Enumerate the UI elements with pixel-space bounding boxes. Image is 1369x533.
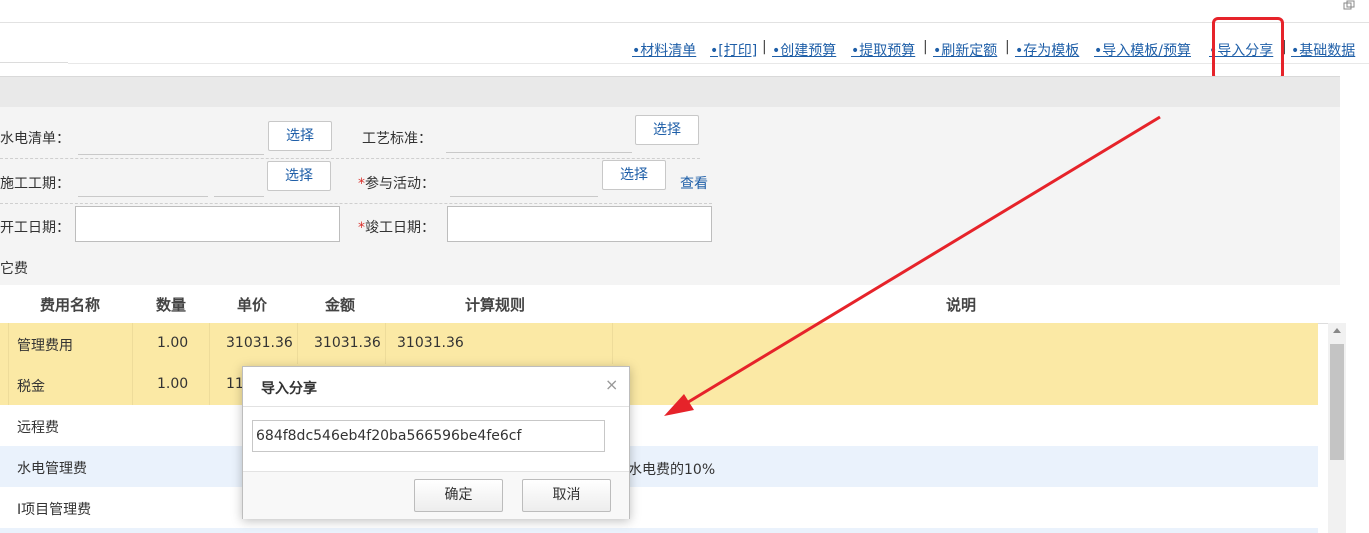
construction-period-field[interactable] bbox=[78, 196, 208, 197]
confirm-button[interactable]: 确定 bbox=[414, 479, 503, 512]
cell-fee-name: 管理费用 bbox=[17, 338, 73, 354]
form-row-divider bbox=[0, 203, 712, 204]
column-divider bbox=[132, 323, 133, 364]
table-row[interactable]: 管理费用 1.00 31031.36 31031.36 31031.36 bbox=[0, 323, 1318, 365]
plumbing-list-field[interactable] bbox=[78, 154, 264, 155]
link-import-template-budget[interactable]: •导入模板/预算 bbox=[1094, 40, 1191, 60]
column-divider bbox=[612, 323, 613, 364]
link-basic-data[interactable]: •基础数据 bbox=[1291, 40, 1355, 60]
header-calc-rule: 计算规则 bbox=[465, 296, 526, 314]
construction-period-select-button[interactable]: 选择 bbox=[267, 161, 331, 191]
cell-calc-rule: 31031.36 bbox=[397, 335, 464, 351]
process-standard-select-button[interactable]: 选择 bbox=[635, 115, 699, 145]
scrollbar-thumb[interactable] bbox=[1330, 344, 1344, 460]
header-description: 说明 bbox=[946, 296, 977, 314]
toolbar-divider bbox=[0, 62, 68, 63]
table-row[interactable]: I项目管理费 bbox=[0, 487, 1318, 528]
form-row-divider bbox=[0, 158, 700, 159]
cell-fee-name: 水电管理费 bbox=[17, 461, 87, 477]
header-quantity: 数量 bbox=[156, 296, 187, 314]
column-divider bbox=[8, 323, 9, 364]
toolbar-separator: | bbox=[1005, 39, 1010, 55]
process-standard-label: 工艺标准： bbox=[362, 131, 432, 147]
activity-field[interactable] bbox=[450, 196, 598, 197]
table-row[interactable]: 税金 1.00 11 bbox=[0, 364, 1318, 406]
column-divider bbox=[209, 323, 210, 364]
completion-date-label-text: 竣工日期： bbox=[365, 220, 435, 236]
cell-fee-name: 远程费 bbox=[17, 420, 59, 436]
cell-description: 水电费的10% bbox=[628, 462, 716, 478]
cell-fee-name: I项目管理费 bbox=[17, 502, 92, 518]
close-icon[interactable]: × bbox=[605, 375, 618, 394]
plumbing-list-label: 水电清单： bbox=[0, 131, 70, 147]
other-fees-label: 它费 bbox=[0, 261, 28, 277]
dialog-header: 导入分享 × bbox=[243, 367, 629, 407]
link-create-budget[interactable]: •创建预算 bbox=[772, 40, 836, 60]
header-unit-price: 单价 bbox=[237, 296, 268, 314]
column-divider bbox=[209, 364, 210, 405]
completion-date-label: *竣工日期： bbox=[358, 217, 435, 237]
completion-date-input[interactable] bbox=[447, 206, 712, 242]
column-divider bbox=[8, 364, 9, 405]
column-divider bbox=[132, 364, 133, 405]
dialog-footer: 确定 取消 bbox=[243, 471, 629, 519]
link-print[interactable]: •[打印] bbox=[710, 40, 757, 60]
start-date-label: 开工日期： bbox=[0, 220, 70, 236]
plumbing-list-select-button[interactable]: 选择 bbox=[268, 121, 332, 151]
dialog-title: 导入分享 bbox=[261, 381, 317, 397]
required-mark: * bbox=[358, 220, 365, 236]
process-standard-field[interactable] bbox=[446, 152, 632, 153]
view-activity-link[interactable]: 查看 bbox=[680, 173, 708, 193]
window-top-bar bbox=[0, 0, 1369, 23]
toolbar-separator: | bbox=[923, 39, 928, 55]
column-divider bbox=[385, 323, 386, 364]
restore-window-icon[interactable] bbox=[1343, 0, 1355, 10]
link-save-template[interactable]: •存为模板 bbox=[1015, 40, 1079, 60]
table-row[interactable]: 水电管理费 水电费的10% bbox=[0, 446, 1318, 487]
cell-quantity: 1.00 bbox=[157, 376, 189, 392]
column-divider bbox=[297, 323, 298, 364]
link-refresh-quota[interactable]: •刷新定额 bbox=[933, 40, 997, 60]
toolbar-separator: | bbox=[762, 39, 767, 55]
share-code-input[interactable] bbox=[252, 420, 605, 452]
construction-period-label: 施工工期： bbox=[0, 176, 70, 192]
toolbar-divider-2 bbox=[68, 63, 1369, 64]
link-extract-budget[interactable]: •提取预算 bbox=[851, 40, 915, 60]
cancel-button[interactable]: 取消 bbox=[522, 479, 611, 512]
activity-select-button[interactable]: 选择 bbox=[602, 160, 666, 190]
import-share-highlight bbox=[1212, 17, 1284, 81]
activity-label: *参与活动： bbox=[358, 173, 435, 193]
construction-period-unit-field[interactable] bbox=[214, 196, 264, 197]
cell-quantity: 1.00 bbox=[157, 335, 189, 351]
cell-fee-name: 税金 bbox=[17, 379, 45, 395]
table-row[interactable]: 远程费 bbox=[0, 405, 1318, 446]
section-header-band bbox=[0, 76, 1340, 108]
link-material-list[interactable]: •材料清单 bbox=[632, 40, 696, 60]
fee-table-header: 费用名称 数量 单价 金额 计算规则 说明 bbox=[0, 285, 1340, 324]
required-mark: * bbox=[358, 176, 365, 192]
table-row[interactable] bbox=[0, 528, 1318, 533]
import-share-dialog: 导入分享 × 确定 取消 bbox=[242, 366, 630, 519]
start-date-input[interactable] bbox=[75, 206, 340, 242]
activity-label-text: 参与活动： bbox=[365, 176, 435, 192]
cell-unit-price: 31031.36 bbox=[226, 335, 293, 351]
cell-amount: 31031.36 bbox=[314, 335, 381, 351]
scroll-up-arrow-icon[interactable] bbox=[1333, 328, 1341, 333]
header-fee-name: 费用名称 bbox=[40, 296, 101, 314]
header-amount: 金额 bbox=[325, 296, 356, 314]
